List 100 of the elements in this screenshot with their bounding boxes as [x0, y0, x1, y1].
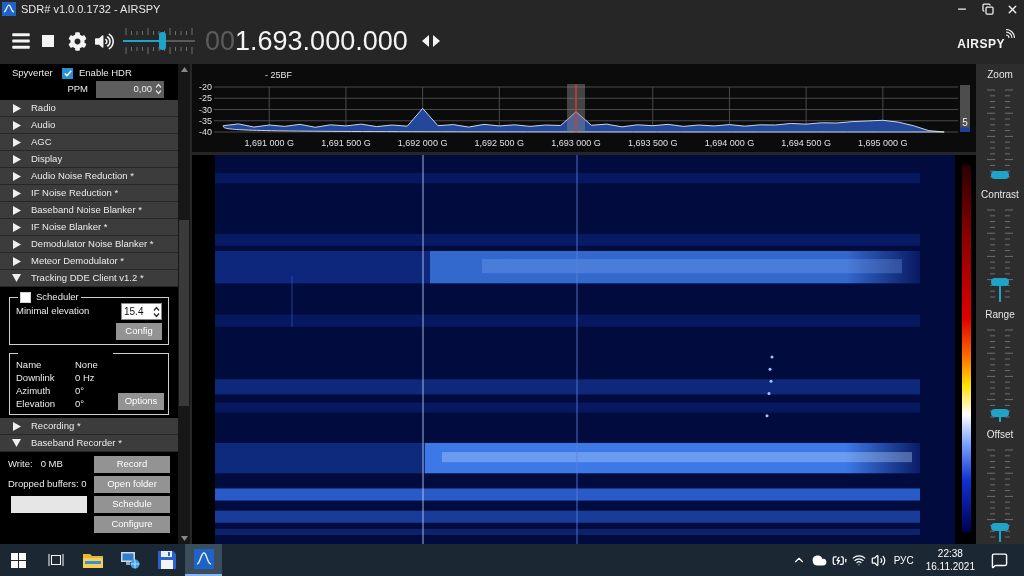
cloud-icon[interactable] — [811, 552, 827, 568]
window-title: SDR# v1.0.0.1732 - AIRSPY — [21, 1, 161, 17]
windows-logo-icon — [11, 552, 26, 568]
taskbar-app[interactable] — [185, 544, 222, 576]
info-label: Downlink — [16, 371, 56, 384]
number-field[interactable]: 15.4 — [121, 303, 162, 320]
signal-waves-icon — [1005, 29, 1015, 39]
info-value: 0° — [75, 397, 86, 410]
volume-slider[interactable] — [123, 26, 195, 56]
restore-icon — [982, 3, 994, 15]
panel-header[interactable]: Tracking DDE Client v1.2 * — [0, 270, 178, 287]
panel-header[interactable]: Display — [0, 151, 178, 168]
scrollbar[interactable] — [178, 64, 190, 544]
slider-label: Range — [985, 308, 1015, 322]
marker-label: - 25BF — [265, 70, 292, 80]
input-field[interactable] — [11, 496, 87, 513]
slider-thumb[interactable] — [159, 32, 167, 50]
slider-label: Zoom — [987, 68, 1013, 82]
axis-tick-label: 1,691 000 G — [244, 138, 294, 148]
clock-time: 22:38 — [937, 547, 963, 560]
panel-header[interactable]: IF Noise Blanker * — [0, 219, 178, 236]
slider-label: Contrast — [981, 188, 1019, 202]
panel-header[interactable]: IF Noise Reduction * — [0, 185, 178, 202]
computer-icon — [119, 551, 140, 569]
speaker-icon[interactable] — [870, 552, 886, 568]
field-label: Minimal elevation — [16, 304, 90, 319]
caret-down-icon — [12, 439, 21, 447]
wifi-icon[interactable] — [851, 553, 866, 567]
slider-thumb[interactable] — [991, 278, 1009, 287]
axis-tick-label: 1,692 500 G — [474, 138, 525, 148]
panel-header[interactable]: Baseband Noise Blanker * — [0, 202, 178, 219]
checkbox-label: Scheduler — [36, 291, 79, 303]
axis-tick-label: 1,694 500 G — [781, 138, 831, 148]
info-label: Azimuth — [16, 384, 52, 397]
level-meter — [960, 85, 970, 132]
ppm-label: PPM — [67, 81, 88, 96]
volume-button[interactable] — [94, 31, 114, 51]
axis-tick-label: 1,693 000 G — [551, 138, 601, 148]
left-right-arrows-icon — [421, 35, 440, 47]
axis-tick-label: -20 — [199, 82, 212, 92]
caret-down-icon — [12, 274, 21, 282]
info-label: Name — [16, 358, 43, 371]
caret-right-icon — [12, 421, 21, 431]
language-indicator[interactable]: РУС — [893, 552, 914, 568]
source-label: Spyverter — [12, 65, 54, 80]
clock-date: 16.11.2021 — [925, 560, 975, 573]
checkbox[interactable] — [62, 67, 73, 79]
settings-icon — [67, 31, 87, 51]
app-icon — [193, 549, 214, 569]
notification-icon[interactable] — [991, 551, 1008, 569]
axis-tick-label: 1,695 000 G — [858, 138, 908, 148]
axis-tick-label: 1,691 500 G — [321, 138, 371, 148]
tuning-arrows-button[interactable] — [420, 33, 441, 49]
slider-thumb[interactable] — [991, 523, 1009, 532]
axis-tick-label: 1,693 500 G — [627, 138, 678, 148]
meter-reading: 5 — [962, 117, 968, 128]
info-value: 0 Hz — [75, 371, 96, 384]
panel-header[interactable]: Demodulator Noise Blanker * — [0, 236, 178, 253]
spinner-arrows-icon[interactable] — [153, 305, 160, 318]
folder-icon — [82, 552, 103, 568]
scrollbar-thumb[interactable] — [179, 220, 189, 407]
menu-button[interactable] — [10, 30, 32, 52]
slider-thumb[interactable] — [991, 171, 1009, 180]
dropped-buffers-text: Dropped buffers: 0 — [8, 477, 88, 492]
panel-header[interactable]: Audio — [0, 117, 178, 134]
caret-up-icon[interactable] — [180, 67, 188, 72]
checkbox-label: Enable HDR — [79, 65, 132, 80]
panel-header[interactable]: Meteor Demodulator * — [0, 253, 178, 270]
settings-button[interactable] — [67, 31, 87, 51]
info-value: 0° — [75, 384, 86, 397]
speaker-icon — [94, 31, 114, 51]
stop-button[interactable] — [40, 33, 56, 49]
task-view-icon — [47, 553, 64, 567]
app-icon — [2, 2, 16, 16]
panel-header[interactable]: AGC — [0, 134, 178, 151]
axis-tick-label: -25 — [199, 93, 212, 104]
axis-tick-label: 1,694 000 G — [704, 138, 755, 148]
menu-icon — [11, 31, 31, 51]
write-value: 0 MB — [40, 457, 63, 472]
info-label: Elevation — [16, 397, 57, 410]
slider-label: Offset — [986, 428, 1014, 442]
panel-header[interactable]: Baseband Recorder * — [0, 435, 178, 452]
axis-tick-label: 1,692 000 G — [397, 138, 448, 148]
axis-tick-label: -35 — [199, 115, 212, 126]
write-label: Write: — [8, 457, 33, 472]
stop-icon — [42, 35, 54, 47]
panel-header[interactable]: Recording * — [0, 418, 178, 435]
axis-tick-label: -30 — [199, 104, 212, 115]
info-value: None — [75, 358, 98, 371]
logo-text: AIRSPY — [957, 36, 1005, 53]
checkbox[interactable] — [20, 291, 31, 303]
panel-header[interactable]: Radio — [0, 100, 178, 117]
clock[interactable]: 22:38 16.11.2021 — [921, 547, 979, 573]
panel-header[interactable]: Audio Noise Reduction * — [0, 168, 178, 185]
caret-down-icon[interactable] — [180, 536, 188, 541]
slider-thumb[interactable] — [991, 408, 1009, 417]
axis-tick-label: -40 — [199, 127, 212, 137]
ppm-field[interactable]: 0,00 — [96, 80, 164, 98]
tuning-marker[interactable] — [567, 83, 586, 133]
checkmark-icon — [63, 69, 72, 77]
